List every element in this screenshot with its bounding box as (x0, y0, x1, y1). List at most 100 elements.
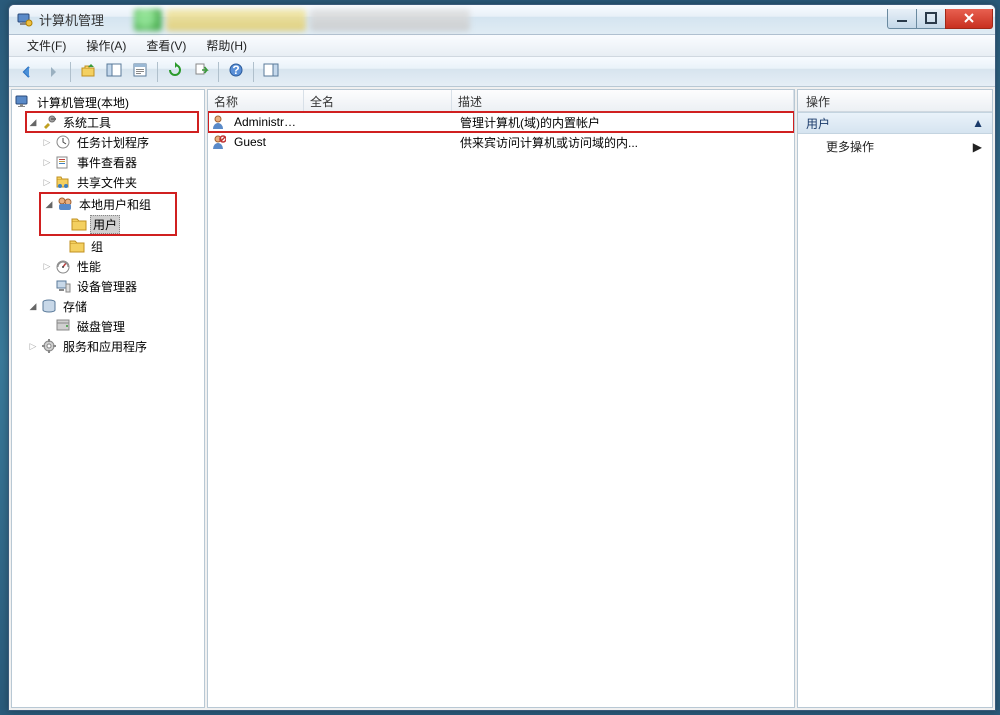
expand-icon[interactable]: ▷ (26, 339, 40, 353)
column-description[interactable]: 描述 (452, 90, 794, 111)
toolbar-separator (218, 62, 219, 82)
tree-root-label: 计算机管理(本地) (34, 93, 132, 112)
toolbar-separator (70, 62, 71, 82)
tree-shared-folders[interactable]: ▷ 共享文件夹 (12, 172, 204, 192)
cell-name: Guest (228, 134, 306, 150)
column-fullname[interactable]: 全名 (304, 90, 452, 111)
menu-file[interactable]: 文件(F) (17, 35, 76, 56)
help-button[interactable]: ? (224, 60, 248, 84)
properties-button[interactable] (128, 60, 152, 84)
tree-task-scheduler-label: 任务计划程序 (74, 133, 152, 152)
tree-shared-folders-label: 共享文件夹 (74, 173, 140, 192)
nav-back-button[interactable] (15, 60, 39, 84)
expand-icon[interactable]: ▷ (40, 155, 54, 169)
tree-groups[interactable]: 组 (12, 236, 204, 256)
column-name[interactable]: 名称 (208, 90, 304, 111)
device-manager-icon (55, 278, 71, 294)
expand-icon[interactable]: ◢ (26, 299, 40, 313)
menu-action[interactable]: 操作(A) (76, 35, 136, 56)
expand-icon[interactable]: ▷ (40, 135, 54, 149)
window-frame: 计算机管理 文件(F) 操作(A) 查看(V) 帮助(H) ? (8, 4, 996, 711)
tree-groups-label: 组 (88, 237, 106, 256)
toolbar-separator (157, 62, 158, 82)
list-row-administrator[interactable]: Administrat... 管理计算机(域)的内置帐户 (208, 112, 794, 132)
tree-local-users-groups-block: ◢ 本地用户和组 用户 (40, 193, 176, 235)
column-header-row: 名称 全名 描述 (208, 90, 794, 112)
tree-device-manager[interactable]: 设备管理器 (12, 276, 204, 296)
tree-local-users-groups-label: 本地用户和组 (76, 195, 154, 214)
expand-icon[interactable]: ◢ (26, 115, 40, 129)
tree-performance[interactable]: ▷ 性能 (12, 256, 204, 276)
tree-task-scheduler[interactable]: ▷ 任务计划程序 (12, 132, 204, 152)
close-button[interactable] (945, 9, 993, 29)
cell-fullname (306, 121, 454, 123)
tree-performance-label: 性能 (74, 257, 104, 276)
tree-services-apps[interactable]: ▷ 服务和应用程序 (12, 336, 204, 356)
menu-help[interactable]: 帮助(H) (196, 35, 257, 56)
tree-disk-management-label: 磁盘管理 (74, 317, 128, 336)
app-icon (17, 12, 33, 28)
list-pane[interactable]: 名称 全名 描述 Administrat... 管理计算机(域)的内置帐户 Gu… (207, 89, 795, 708)
toolbar-separator (253, 62, 254, 82)
expand-icon[interactable]: ◢ (42, 197, 56, 211)
tree-event-viewer[interactable]: ▷ 事件查看器 (12, 152, 204, 172)
tree-services-apps-label: 服务和应用程序 (60, 337, 150, 356)
cell-name: Administrat... (228, 114, 306, 130)
export-list-button[interactable] (189, 60, 213, 84)
collapse-icon[interactable]: ▲ (972, 116, 984, 130)
action-section-label: 用户 (806, 115, 830, 132)
tree-disk-management[interactable]: 磁盘管理 (12, 316, 204, 336)
tree-system-tools-label: 系统工具 (60, 113, 114, 132)
action-more[interactable]: 更多操作 ▶ (798, 134, 992, 159)
tree-users-label: 用户 (90, 215, 120, 234)
taskbar-background-apps (134, 9, 888, 31)
disk-icon (55, 318, 71, 334)
tree-users[interactable]: 用户 (42, 214, 174, 234)
action-pane: 操作 用户 ▲ 更多操作 ▶ (797, 89, 993, 708)
action-pane-header: 操作 (798, 90, 992, 112)
show-hide-tree-button[interactable] (102, 60, 126, 84)
services-icon (41, 338, 57, 354)
menu-view[interactable]: 查看(V) (136, 35, 196, 56)
window-title: 计算机管理 (39, 10, 104, 29)
tree-root[interactable]: 计算机管理(本地) (12, 92, 204, 112)
user-disabled-icon (210, 134, 226, 150)
tree-system-tools[interactable]: ◢ 系统工具 (26, 112, 198, 132)
cell-description: 供来宾访问计算机或访问域的内... (454, 133, 794, 152)
chevron-right-icon: ▶ (973, 140, 982, 154)
users-groups-icon (57, 196, 73, 212)
expand-icon[interactable]: ▷ (40, 259, 54, 273)
window-controls (888, 9, 993, 31)
toolbar: ? (9, 57, 995, 87)
cell-description: 管理计算机(域)的内置帐户 (454, 113, 794, 132)
storage-icon (41, 298, 57, 314)
action-section-users[interactable]: 用户 ▲ (798, 112, 992, 134)
computer-icon (15, 94, 31, 110)
nav-forward-button[interactable] (41, 60, 65, 84)
cell-fullname (306, 141, 454, 143)
tree-pane[interactable]: 计算机管理(本地) ◢ 系统工具 ▷ 任务计划程序 ▷ (11, 89, 205, 708)
svg-text:?: ? (232, 63, 239, 77)
performance-icon (55, 258, 71, 274)
titlebar[interactable]: 计算机管理 (9, 5, 995, 35)
maximize-button[interactable] (916, 9, 946, 29)
user-icon (210, 114, 226, 130)
tree-storage[interactable]: ◢ 存储 (12, 296, 204, 316)
shared-folders-icon (55, 174, 71, 190)
action-more-label: 更多操作 (826, 138, 874, 155)
tree-device-manager-label: 设备管理器 (74, 277, 140, 296)
up-button[interactable] (76, 60, 100, 84)
list-row-guest[interactable]: Guest 供来宾访问计算机或访问域的内... (208, 132, 794, 152)
tree-local-users-groups[interactable]: ◢ 本地用户和组 (42, 194, 174, 214)
folder-icon (69, 238, 85, 254)
expand-icon[interactable]: ▷ (40, 175, 54, 189)
event-viewer-icon (55, 154, 71, 170)
tree-event-viewer-label: 事件查看器 (74, 153, 140, 172)
menubar: 文件(F) 操作(A) 查看(V) 帮助(H) (9, 35, 995, 57)
action-pane-button[interactable] (259, 60, 283, 84)
tools-icon (41, 114, 57, 130)
refresh-button[interactable] (163, 60, 187, 84)
tree-storage-label: 存储 (60, 297, 90, 316)
content-area: 计算机管理(本地) ◢ 系统工具 ▷ 任务计划程序 ▷ (9, 87, 995, 710)
minimize-button[interactable] (887, 9, 917, 29)
